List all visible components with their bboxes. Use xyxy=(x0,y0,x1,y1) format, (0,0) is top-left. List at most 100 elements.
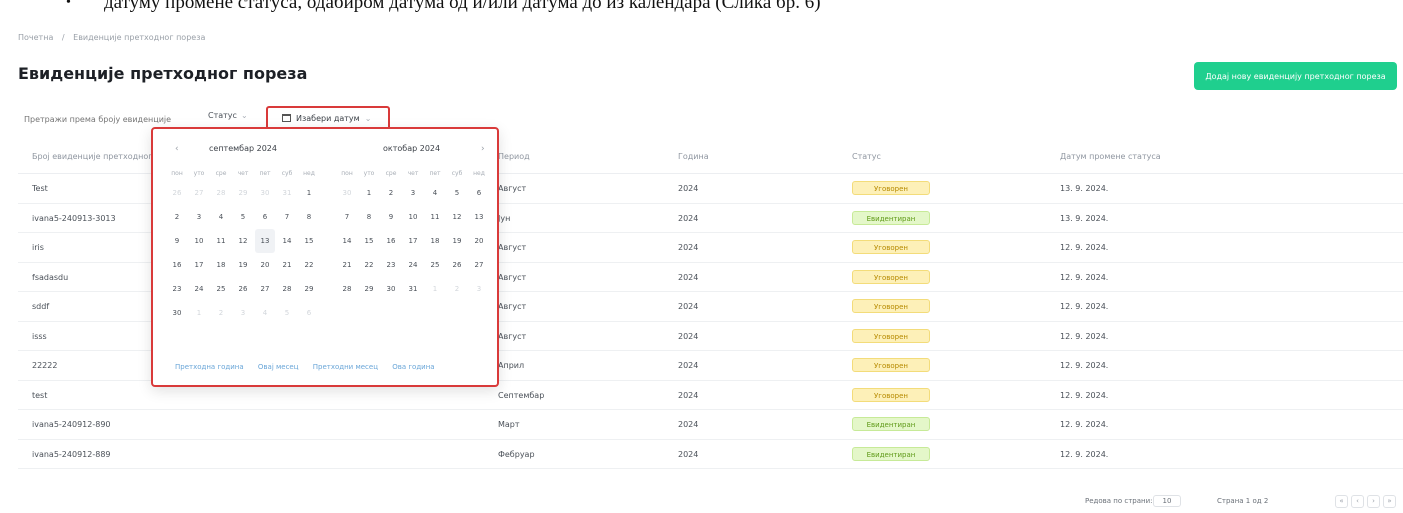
calendar-day[interactable]: 17 xyxy=(403,229,423,253)
calendar-day[interactable]: 2 xyxy=(447,277,467,301)
calendar-day[interactable]: 18 xyxy=(425,229,445,253)
shortcut-this-month[interactable]: Овај месец xyxy=(258,363,299,371)
calendar-day[interactable]: 20 xyxy=(469,229,489,253)
calendar-day[interactable]: 26 xyxy=(447,253,467,277)
calendar-day[interactable]: 19 xyxy=(233,253,253,277)
calendar-day[interactable]: 17 xyxy=(189,253,209,277)
calendar-day[interactable]: 28 xyxy=(211,181,231,205)
calendar-day[interactable]: 9 xyxy=(167,229,187,253)
calendar-day[interactable]: 6 xyxy=(255,205,275,229)
calendar-day[interactable]: 27 xyxy=(189,181,209,205)
calendar-day[interactable]: 14 xyxy=(337,229,357,253)
calendar-day[interactable]: 5 xyxy=(233,205,253,229)
shortcut-previous-year[interactable]: Претходна година xyxy=(175,363,244,371)
calendar-day[interactable]: 16 xyxy=(381,229,401,253)
calendar-day[interactable]: 18 xyxy=(211,253,231,277)
calendar-day[interactable]: 30 xyxy=(337,181,357,205)
calendar-day[interactable]: 8 xyxy=(299,205,319,229)
calendar-day[interactable]: 22 xyxy=(359,253,379,277)
calendar-day[interactable]: 14 xyxy=(277,229,297,253)
calendar-day[interactable]: 4 xyxy=(211,205,231,229)
calendar-day[interactable]: 9 xyxy=(381,205,401,229)
page-info: Страна 1 од 2 xyxy=(1217,497,1269,505)
status-filter[interactable]: Статус ⌄ xyxy=(208,111,248,120)
calendar-day[interactable]: 19 xyxy=(447,229,467,253)
calendar-day[interactable]: 12 xyxy=(233,229,253,253)
calendar-day[interactable]: 7 xyxy=(277,205,297,229)
calendar-day[interactable]: 3 xyxy=(469,277,489,301)
breadcrumb-home[interactable]: Почетна xyxy=(18,33,53,42)
calendar-day[interactable]: 30 xyxy=(381,277,401,301)
calendar-day[interactable]: 3 xyxy=(189,205,209,229)
table-row[interactable]: ivana5-240912-889 Фебруар 2024 Евидентиран 1… xyxy=(18,440,1403,469)
calendar-day[interactable]: 11 xyxy=(211,229,231,253)
calendar-day[interactable]: 12 xyxy=(447,205,467,229)
calendar-day[interactable]: 20 xyxy=(255,253,275,277)
calendar-day[interactable]: 22 xyxy=(299,253,319,277)
calendar-day[interactable]: 10 xyxy=(189,229,209,253)
calendar-day[interactable]: 2 xyxy=(381,181,401,205)
rows-per-page-select[interactable]: 10 xyxy=(1153,495,1181,507)
calendar-day[interactable]: 2 xyxy=(167,205,187,229)
calendar-day[interactable]: 31 xyxy=(277,181,297,205)
calendar-day[interactable]: 26 xyxy=(167,181,187,205)
calendar-day[interactable]: 23 xyxy=(167,277,187,301)
shortcut-this-year[interactable]: Ова година xyxy=(392,363,434,371)
status-filter-label: Статус xyxy=(208,111,237,120)
add-record-button[interactable]: Додај нову евиденцију претходног пореза xyxy=(1194,62,1397,90)
next-month-button[interactable]: › xyxy=(481,144,485,154)
calendar-day[interactable]: 10 xyxy=(403,205,423,229)
column-header-period[interactable]: Период xyxy=(498,152,530,161)
calendar-day[interactable]: 25 xyxy=(425,253,445,277)
calendar-day[interactable]: 3 xyxy=(403,181,423,205)
calendar-day[interactable]: 29 xyxy=(359,277,379,301)
calendar-day[interactable]: 31 xyxy=(403,277,423,301)
calendar-day[interactable]: 16 xyxy=(167,253,187,277)
calendar-day[interactable]: 1 xyxy=(189,301,209,325)
calendar-day[interactable]: 7 xyxy=(337,205,357,229)
prev-page-button[interactable]: ‹ xyxy=(1351,495,1364,508)
calendar-day[interactable]: 6 xyxy=(469,181,489,205)
calendar-day[interactable]: 3 xyxy=(233,301,253,325)
calendar-day[interactable]: 28 xyxy=(277,277,297,301)
shortcut-previous-month[interactable]: Претходни месец xyxy=(313,363,378,371)
prev-month-button[interactable]: ‹ xyxy=(175,144,179,154)
calendar-day[interactable]: 6 xyxy=(299,301,319,325)
calendar-day[interactable]: 27 xyxy=(255,277,275,301)
calendar-day[interactable]: 30 xyxy=(255,181,275,205)
calendar-day[interactable]: 29 xyxy=(299,277,319,301)
calendar-day[interactable]: 1 xyxy=(425,277,445,301)
column-header-status[interactable]: Статус xyxy=(852,152,881,161)
next-page-button[interactable]: › xyxy=(1367,495,1380,508)
calendar-day[interactable]: 24 xyxy=(189,277,209,301)
calendar-day[interactable]: 11 xyxy=(425,205,445,229)
column-header-year[interactable]: Година xyxy=(678,152,709,161)
calendar-day[interactable]: 1 xyxy=(359,181,379,205)
calendar-day[interactable]: 13 xyxy=(255,229,275,253)
first-page-button[interactable]: « xyxy=(1335,495,1348,508)
record-period: Април xyxy=(498,361,525,370)
calendar-day[interactable]: 8 xyxy=(359,205,379,229)
column-header-status-date[interactable]: Датум промене статуса xyxy=(1060,152,1161,161)
calendar-day[interactable]: 30 xyxy=(167,301,187,325)
calendar-day[interactable]: 15 xyxy=(299,229,319,253)
calendar-day[interactable]: 21 xyxy=(277,253,297,277)
calendar-day[interactable]: 1 xyxy=(299,181,319,205)
calendar-day[interactable]: 29 xyxy=(233,181,253,205)
calendar-day[interactable]: 23 xyxy=(381,253,401,277)
table-row[interactable]: ivana5-240912-890 Март 2024 Евидентиран 12. … xyxy=(18,410,1403,440)
calendar-day[interactable]: 13 xyxy=(469,205,489,229)
calendar-day[interactable]: 2 xyxy=(211,301,231,325)
calendar-day[interactable]: 5 xyxy=(277,301,297,325)
calendar-day[interactable]: 24 xyxy=(403,253,423,277)
calendar-day[interactable]: 4 xyxy=(425,181,445,205)
calendar-day[interactable]: 28 xyxy=(337,277,357,301)
calendar-day[interactable]: 4 xyxy=(255,301,275,325)
calendar-day[interactable]: 5 xyxy=(447,181,467,205)
last-page-button[interactable]: » xyxy=(1383,495,1396,508)
calendar-day[interactable]: 25 xyxy=(211,277,231,301)
calendar-day[interactable]: 26 xyxy=(233,277,253,301)
calendar-day[interactable]: 21 xyxy=(337,253,357,277)
calendar-day[interactable]: 15 xyxy=(359,229,379,253)
calendar-day[interactable]: 27 xyxy=(469,253,489,277)
